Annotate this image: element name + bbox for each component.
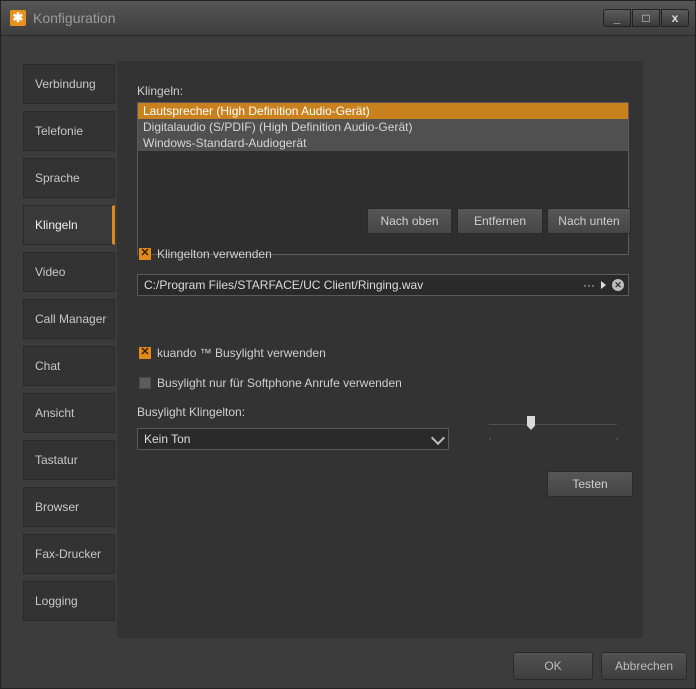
select-value: Kein Ton: [144, 432, 191, 446]
play-icon[interactable]: [601, 281, 606, 289]
configuration-window: ✱ Konfiguration _ □ x Verbindung Telefon…: [0, 0, 696, 689]
busylight-checkbox[interactable]: ✕: [139, 347, 151, 359]
move-up-button[interactable]: Nach oben: [367, 208, 452, 234]
maximize-button[interactable]: □: [632, 9, 660, 27]
sidebar-item-logging[interactable]: Logging: [23, 581, 115, 621]
move-down-button[interactable]: Nach unten: [547, 208, 631, 234]
remove-button[interactable]: Entfernen: [457, 208, 543, 234]
window-controls: _ □ x: [602, 9, 689, 27]
ringtone-path-field[interactable]: C:/Program Files/STARFACE/UC Client/Ring…: [137, 274, 629, 296]
sidebar-item-klingeln[interactable]: Klingeln: [23, 205, 115, 245]
ringtone-path-text: C:/Program Files/STARFACE/UC Client/Ring…: [144, 278, 424, 292]
sidebar-item-fax-drucker[interactable]: Fax-Drucker: [23, 534, 115, 574]
klingeln-label: Klingeln:: [137, 84, 184, 98]
clear-icon[interactable]: ✕: [612, 279, 624, 291]
window-title: Konfiguration: [33, 10, 116, 26]
sidebar-item-ansicht[interactable]: Ansicht: [23, 393, 115, 433]
busylight-softphone-checkbox-label: Busylight nur für Softphone Anrufe verwe…: [157, 376, 402, 390]
list-item[interactable]: Windows-Standard-Audiogerät: [138, 135, 628, 151]
sidebar-item-call-manager[interactable]: Call Manager: [23, 299, 115, 339]
minimize-button[interactable]: _: [603, 9, 631, 27]
ringtone-checkbox-label: Klingelton verwenden: [157, 247, 272, 261]
slider-tick: [489, 438, 491, 440]
sidebar-item-browser[interactable]: Browser: [23, 487, 115, 527]
close-button[interactable]: x: [661, 9, 689, 27]
busylight-ringtone-select[interactable]: Kein Ton: [137, 428, 449, 450]
ringtone-checkbox[interactable]: ✕: [139, 248, 151, 260]
path-tools: ··· ✕: [583, 275, 624, 295]
sidebar-item-sprache[interactable]: Sprache: [23, 158, 115, 198]
sidebar-item-chat[interactable]: Chat: [23, 346, 115, 386]
starface-logo-icon: ✱: [10, 10, 26, 26]
busylight-ringtone-label: Busylight Klingelton:: [137, 405, 246, 419]
list-item[interactable]: Lautsprecher (High Definition Audio-Gerä…: [138, 103, 628, 119]
browse-button[interactable]: ···: [583, 275, 595, 295]
sidebar-item-verbindung[interactable]: Verbindung: [23, 64, 115, 104]
settings-panel: Klingeln: Lautsprecher (High Definition …: [117, 61, 643, 638]
test-button[interactable]: Testen: [547, 471, 633, 497]
chevron-down-icon: [430, 430, 446, 446]
ok-button[interactable]: OK: [513, 652, 593, 680]
sidebar-item-tastatur[interactable]: Tastatur: [23, 440, 115, 480]
busylight-softphone-checkbox[interactable]: [139, 377, 151, 389]
cancel-button[interactable]: Abbrechen: [601, 652, 687, 680]
slider-tick: [616, 438, 618, 440]
busylight-checkbox-label: kuando ™ Busylight verwenden: [157, 346, 326, 360]
list-item[interactable]: Digitalaudio (S/PDIF) (High Definition A…: [138, 119, 628, 135]
sidebar-item-telefonie[interactable]: Telefonie: [23, 111, 115, 151]
title-bar[interactable]: ✱ Konfiguration _ □ x: [1, 1, 695, 36]
volume-slider-thumb[interactable]: [527, 416, 535, 430]
volume-slider-track[interactable]: [489, 424, 617, 425]
sidebar-item-video[interactable]: Video: [23, 252, 115, 292]
